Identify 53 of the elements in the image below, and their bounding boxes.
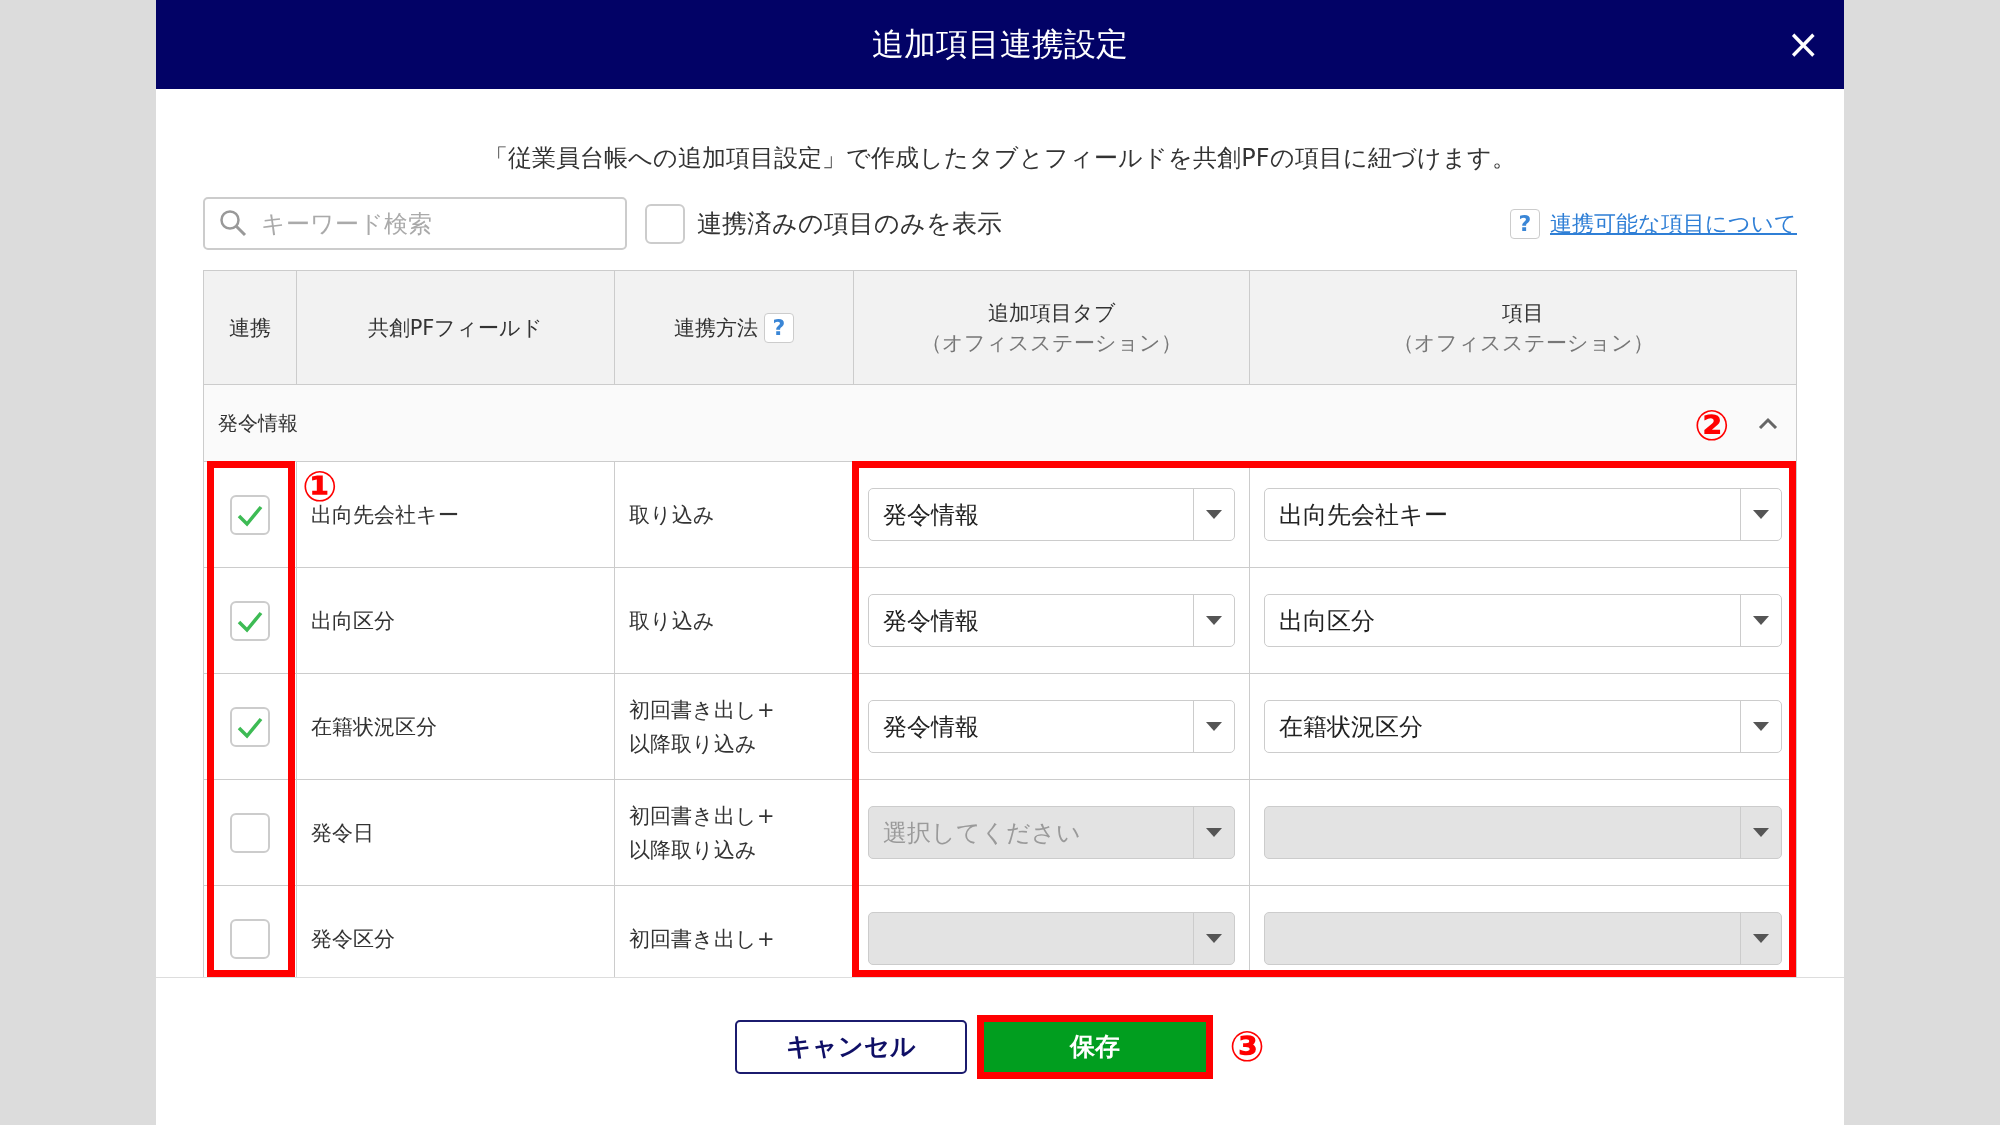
save-button[interactable]: 保存 <box>984 1021 1207 1072</box>
column-subheader: （オフィスステーション） <box>1392 329 1654 357</box>
caret-icon <box>1206 828 1222 837</box>
cancel-button[interactable]: キャンセル <box>735 1019 968 1074</box>
dropdown-field[interactable]: 発令情報 <box>868 488 1235 541</box>
search-field[interactable]: キーワード検索 <box>203 197 627 250</box>
column-subheader: （オフィスステーション） <box>921 329 1182 357</box>
checkbox[interactable] <box>645 203 685 244</box>
caret-icon <box>1753 616 1769 625</box>
column-header: 項目 <box>1502 299 1544 327</box>
chevron-icon[interactable] <box>1758 417 1778 429</box>
dialog-title: 追加項目連携設定 <box>872 23 1128 65</box>
method-text: 取り込み <box>629 607 715 635</box>
checkbox[interactable] <box>230 918 270 959</box>
caret-icon <box>1753 934 1769 943</box>
field-name: 出向区分 <box>311 607 395 635</box>
help-icon[interactable]: ? <box>764 312 794 343</box>
group-label: 発令情報 <box>218 409 298 437</box>
dropdown-field[interactable]: 在籍状況区分 <box>1264 700 1782 753</box>
caret-icon <box>1206 616 1222 625</box>
method-text: 初回書き出し+ 以降取り込み <box>629 802 775 864</box>
caret-icon <box>1753 828 1769 837</box>
help-link[interactable]: 連携可能な項目について <box>1550 208 1797 239</box>
column-header: 連携 <box>229 314 271 342</box>
checkbox[interactable] <box>230 706 270 747</box>
dropdown-field[interactable]: 出向区分 <box>1264 594 1782 647</box>
caret-icon <box>1206 722 1222 731</box>
checkbox[interactable] <box>230 812 270 853</box>
checkbox[interactable] <box>230 600 270 641</box>
method-text: 初回書き出し+ <box>629 925 775 953</box>
caret-icon <box>1753 510 1769 519</box>
checkbox[interactable] <box>230 494 270 535</box>
dropdown-field[interactable]: 発令情報 <box>868 594 1235 647</box>
dropdown-field[interactable]: 出向先会社キー <box>1264 488 1782 541</box>
callout-number: ③ <box>1229 1022 1265 1071</box>
help-icon[interactable]: ? <box>1510 208 1540 239</box>
method-text: 初回書き出し+ 以降取り込み <box>629 696 775 758</box>
method-text: 取り込み <box>629 501 715 529</box>
search-icon <box>219 209 247 237</box>
caret-icon <box>1753 722 1769 731</box>
caret-icon <box>1206 510 1222 519</box>
field-name: 発令区分 <box>311 925 395 953</box>
close-button[interactable]: × <box>1780 22 1826 66</box>
field-name: 発令日 <box>311 819 374 847</box>
column-header: 共創PFフィールド <box>367 314 544 342</box>
column-header: 連携方法 <box>674 314 758 342</box>
caret-icon <box>1206 934 1222 943</box>
column-header: 追加項目タブ <box>987 299 1116 327</box>
callout-number: ② <box>1694 403 1730 449</box>
description-text: 「従業員台帳への追加項目設定」で作成したタブとフィールドを共創PFの項目に紐づけます。 <box>483 143 1517 173</box>
dropdown-field[interactable]: 発令情報 <box>868 700 1235 753</box>
field-name: 在籍状況区分 <box>311 713 437 741</box>
filter-label: 連携済みの項目のみを表示 <box>697 208 1002 240</box>
